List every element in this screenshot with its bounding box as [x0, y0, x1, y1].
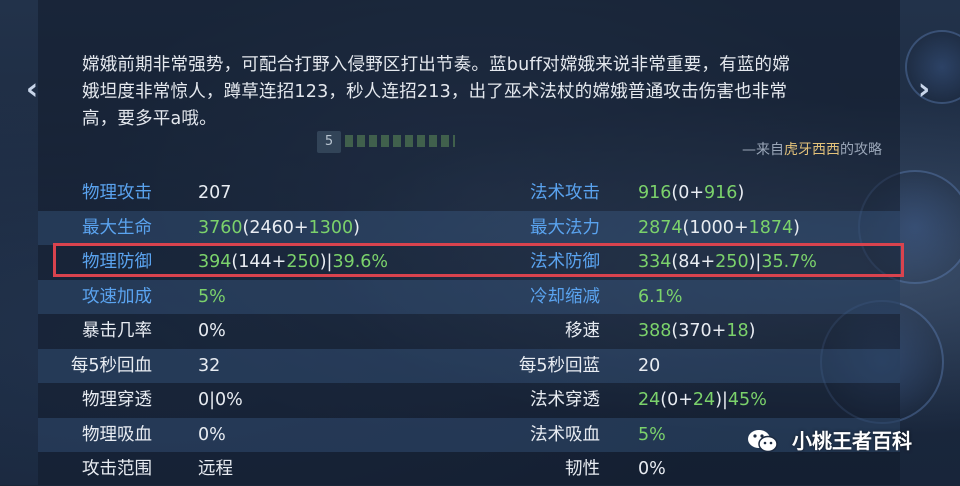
- stat-label: 物理穿透: [82, 390, 152, 410]
- stat-row: 每5秒回血 32 每5秒回蓝 20: [38, 348, 900, 383]
- stat-value-part: 45%: [727, 390, 767, 410]
- chevron-right-icon: ›: [917, 72, 931, 107]
- description-line: 嫦娥前期非常强势，可配合打野入侵野区打出节奏。蓝buff对嫦娥来说非常重要，有蓝…: [82, 55, 790, 75]
- defense-highlight-box: [53, 243, 904, 277]
- strategy-description: 嫦娥前期非常强势，可配合打野入侵野区打出节奏。蓝buff对嫦娥来说非常重要，有蓝…: [82, 52, 892, 133]
- stat-row: 暴击几率 0% 移速 388(370+18): [38, 314, 900, 348]
- stat-value: 32: [198, 349, 220, 383]
- watermark-text: 小桃王者百科: [792, 429, 912, 453]
- stat-value-part: 24: [638, 390, 661, 410]
- source-prefix: —来自: [742, 142, 784, 158]
- stat-value-part: 18: [726, 321, 749, 341]
- watermark: 小桃王者百科: [752, 424, 912, 458]
- stat-value-part: 1300: [308, 217, 354, 238]
- stat-value-part: (370+: [671, 321, 727, 341]
- prev-page-button[interactable]: ‹: [20, 75, 44, 105]
- stat-value-part: 0|0%: [198, 390, 243, 410]
- stat-value: 0%: [198, 418, 226, 452]
- stat-value-part: 0%: [638, 459, 666, 479]
- description-line: 娥坦度非常惊人，蹲草连招123，秒人连招213，出了巫术法杖的嫦娥普通攻击伤害也…: [82, 82, 788, 102]
- stat-value: 5%: [198, 280, 226, 314]
- stat-label: 法术穿透: [530, 390, 600, 410]
- stat-label: 最大法力: [530, 217, 600, 238]
- stat-value: 0%: [198, 314, 226, 348]
- stat-value-part: (0+: [660, 390, 693, 410]
- stat-value-part: )|: [715, 390, 728, 410]
- stat-row: 物理攻击 207 法术攻击 916(0+916): [38, 176, 900, 210]
- stat-value-part: 5%: [638, 424, 666, 445]
- stat-value-part: 916: [638, 183, 672, 203]
- stat-value-part: 1874: [748, 217, 794, 238]
- stat-label: 最大生命: [82, 217, 152, 238]
- stat-value: 0%: [638, 452, 666, 486]
- stat-label: 暴击几率: [82, 321, 152, 341]
- stat-value: 20: [638, 349, 660, 383]
- stat-label: 攻速加成: [82, 286, 152, 307]
- stat-value-part: ): [737, 183, 745, 203]
- source-suffix: 的攻略: [840, 142, 882, 158]
- stat-value: 916(0+916): [638, 176, 744, 210]
- stat-value: 2874(1000+1874): [638, 211, 800, 245]
- stat-label: 移速: [565, 321, 600, 341]
- stat-value-part: 3760: [198, 217, 243, 238]
- stat-value-part: 388: [638, 321, 672, 341]
- stat-value-part: 24: [692, 390, 716, 410]
- chevron-left-icon: ‹: [25, 72, 39, 107]
- stat-value-part: (2460+: [242, 217, 309, 238]
- stat-value-part: 0%: [198, 321, 226, 341]
- stat-value-part: 0%: [198, 424, 226, 445]
- level-badge: 5: [317, 131, 341, 153]
- stat-label: 物理攻击: [82, 183, 152, 203]
- progress-bar-decoration: [345, 135, 455, 147]
- stat-row: 攻速加成 5% 冷却缩减 6.1%: [38, 279, 900, 314]
- stat-label: 物理吸血: [82, 424, 152, 445]
- stat-label: 法术攻击: [530, 183, 600, 203]
- stat-value: 388(370+18): [638, 314, 755, 348]
- stat-value-part: 20: [638, 355, 661, 376]
- stat-row: 最大生命 3760(2460+1300) 最大法力 2874(1000+1874): [38, 210, 900, 245]
- stat-label: 攻击范围: [82, 459, 152, 479]
- stat-value: 6.1%: [638, 280, 682, 314]
- stat-value: 24(0+24)|45%: [638, 383, 767, 417]
- stat-value-part: 5%: [198, 286, 226, 307]
- stat-label: 冷却缩减: [530, 286, 600, 307]
- stat-value: 远程: [198, 452, 233, 486]
- description-line: 高，要多平a哦。: [82, 109, 217, 129]
- stat-value-part: 远程: [198, 459, 233, 479]
- stat-value-part: 32: [198, 355, 221, 376]
- stat-label: 每5秒回血: [70, 355, 152, 376]
- stat-value-part: (0+: [671, 183, 705, 203]
- stat-row: 物理穿透 0|0% 法术穿透 24(0+24)|45%: [38, 383, 900, 417]
- stat-value-part: 6.1%: [638, 286, 683, 307]
- stat-value-part: 916: [704, 183, 738, 203]
- stat-value: 3760(2460+1300): [198, 211, 360, 245]
- stat-value-part: 2874: [638, 217, 683, 238]
- stat-value-part: ): [748, 321, 756, 341]
- stat-label: 韧性: [565, 459, 600, 479]
- stat-value-part: (1000+: [682, 217, 749, 238]
- source-author-link[interactable]: 虎牙西西: [784, 142, 840, 158]
- stat-value-part: 207: [198, 183, 232, 203]
- stat-value: 0|0%: [198, 383, 243, 417]
- stat-value-part: ): [793, 217, 800, 238]
- next-page-button[interactable]: ›: [912, 75, 936, 105]
- stat-value-part: ): [353, 217, 360, 238]
- stat-label: 法术吸血: [530, 424, 600, 445]
- stat-label: 每5秒回蓝: [518, 355, 600, 376]
- stat-value: 207: [198, 176, 231, 210]
- stat-value: 5%: [638, 418, 666, 452]
- strategy-source: —来自虎牙西西的攻略: [600, 139, 882, 159]
